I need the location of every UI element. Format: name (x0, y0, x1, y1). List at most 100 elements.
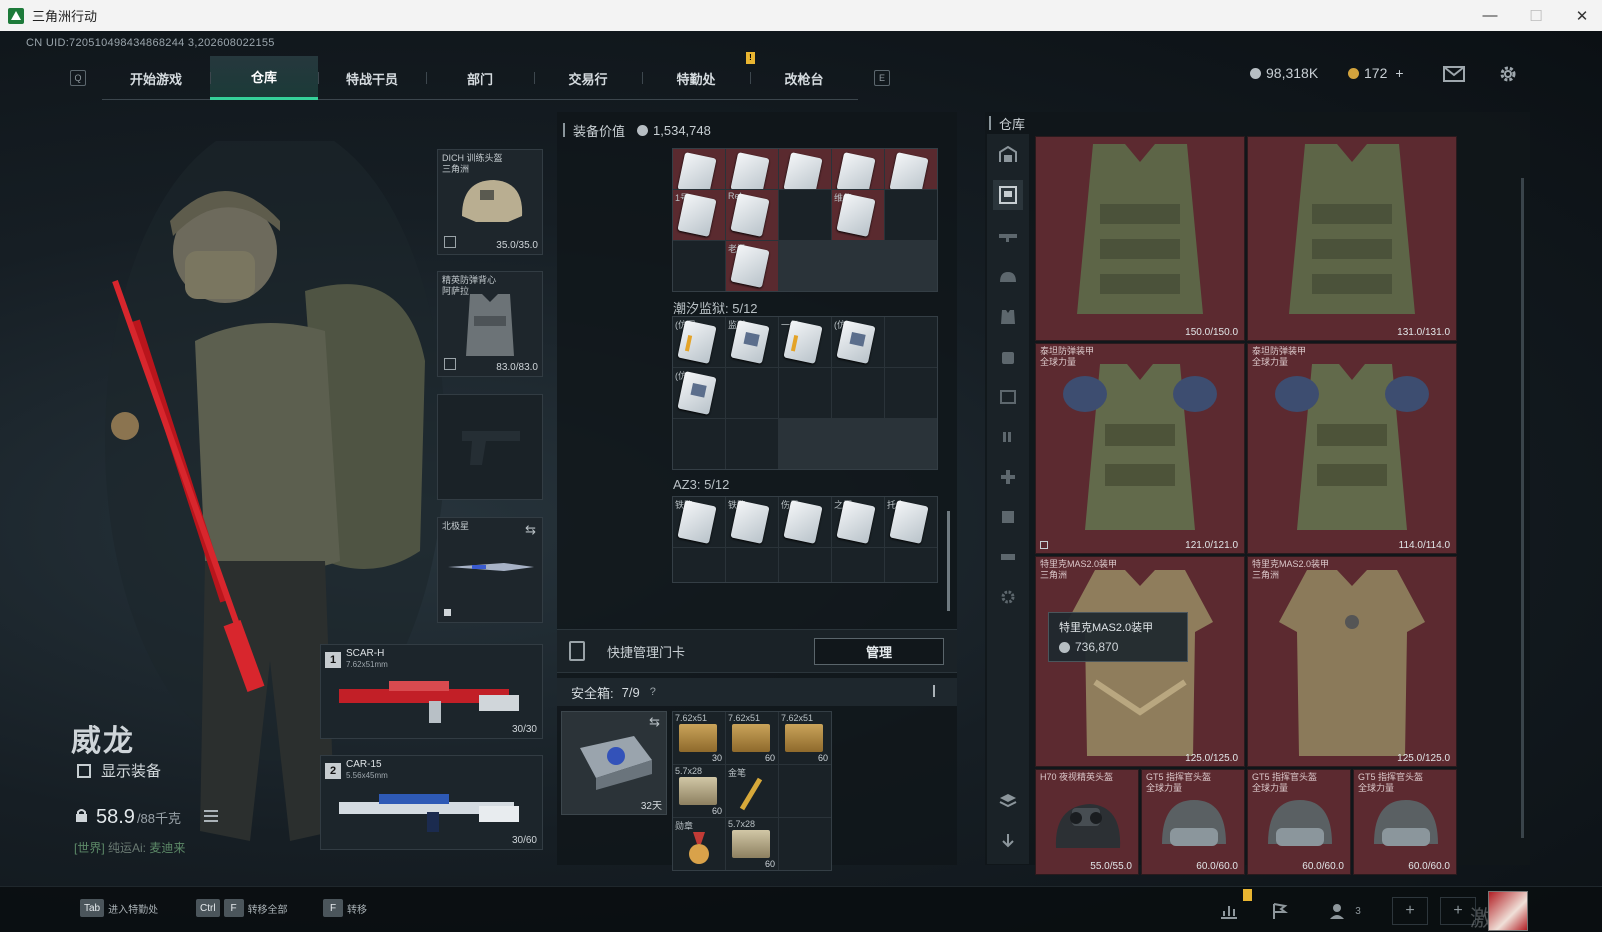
world-chat-line[interactable]: [世界] 纯运Ai: 麦迪来 (74, 839, 185, 856)
secondary-weapon-slot[interactable]: 2 CAR-15 5.56x45mm 30/60 (320, 755, 543, 850)
warehouse-item-armor[interactable]: 泰坦防弹装甲 全球力量 121.0/121.0 (1035, 343, 1245, 554)
grid-cell-empty[interactable] (726, 548, 778, 582)
show-equipment-checkbox[interactable] (77, 763, 91, 778)
warehouse-item-helmet[interactable]: H70 夜视精英头盔 55.0/55.0 (1035, 769, 1139, 875)
keycard-item[interactable]: (仿 (832, 317, 884, 367)
grid-cell-empty[interactable] (726, 368, 778, 418)
category-ammo-icon[interactable] (993, 422, 1023, 452)
grid-cell-empty[interactable] (779, 548, 831, 582)
warehouse-item-helmet[interactable]: GT5 指挥官头盔 全球力量 60.0/60.0 (1353, 769, 1457, 875)
keycard-item[interactable]: 监狱 (726, 317, 778, 367)
coin-balance[interactable]: 98,318K (1250, 65, 1318, 81)
helmet-slot[interactable]: DICH 训练头盔 三角洲 35.0/35.0 (437, 149, 543, 255)
keycard-item[interactable]: Rel... (726, 190, 778, 240)
gold-pen-item[interactable]: 金笔 (726, 765, 778, 817)
nav-prev-key[interactable]: Q (70, 70, 86, 86)
keycard-item[interactable]: 1号 (673, 190, 725, 240)
pistol-slot-empty[interactable] (437, 394, 543, 500)
sort-icon[interactable] (993, 826, 1023, 856)
keycard-scrollbar[interactable] (947, 511, 950, 611)
layers-icon[interactable] (993, 786, 1023, 816)
grid-cell-empty[interactable] (673, 241, 725, 291)
keycard-item[interactable] (832, 149, 884, 189)
squad-icon[interactable]: 3 (1322, 897, 1368, 925)
category-medical-icon[interactable] (993, 462, 1023, 492)
grid-cell-empty[interactable] (885, 368, 937, 418)
category-collectibles-icon[interactable] (993, 502, 1023, 532)
safebox-slot[interactable]: ⇆ 32天 (561, 711, 667, 815)
category-settings-icon[interactable] (993, 582, 1023, 612)
grid-cell-empty[interactable] (726, 419, 778, 469)
keycard-item[interactable]: (仿星 (673, 317, 725, 367)
keycard-item[interactable] (885, 149, 937, 189)
pin-icon[interactable] (933, 685, 941, 697)
melee-slot[interactable]: 北极星 ⇆ (437, 517, 543, 623)
keycard-item[interactable]: 维修 (832, 190, 884, 240)
keycard-item[interactable]: 铁路 (726, 497, 778, 547)
category-chest-rigs-icon[interactable] (993, 382, 1023, 412)
mail-icon[interactable] (1442, 65, 1466, 83)
swap-icon[interactable]: ⇆ (649, 714, 660, 730)
grid-cell-empty[interactable] (832, 548, 884, 582)
minimize-button[interactable]: — (1467, 0, 1513, 31)
maximize-button[interactable]: ☐ (1513, 0, 1559, 31)
grid-cell-empty[interactable] (673, 419, 725, 469)
manage-button[interactable]: 管理 (814, 638, 944, 665)
ammo-item[interactable]: 7.62x51 30 (673, 712, 725, 764)
swap-icon[interactable]: ⇆ (525, 522, 536, 538)
category-backpacks-icon[interactable] (993, 342, 1023, 372)
hint-enter-special-ops[interactable]: Tab 进入特勤处 (80, 899, 158, 917)
keycard-item[interactable]: (仿 (673, 368, 725, 418)
flag-icon[interactable] (1262, 897, 1298, 925)
warehouse-item-armor[interactable]: 131.0/131.0 (1247, 136, 1457, 341)
warehouse-item-armor[interactable]: 特里克MAS2.0装甲 三角洲 125.0/125.0 (1247, 556, 1457, 767)
keycard-item[interactable]: 托卡 (885, 497, 937, 547)
bond-balance[interactable]: 172 + (1348, 65, 1404, 81)
tab-trade[interactable]: 交易行 (534, 56, 642, 100)
tab-operators[interactable]: 特战干员 (318, 56, 426, 100)
tab-warehouse[interactable]: 仓库 (210, 56, 318, 100)
ammo-item[interactable]: 5.7x28 60 (673, 765, 725, 817)
stats-chart-icon[interactable] (1211, 897, 1247, 925)
category-all-icon[interactable] (993, 140, 1023, 170)
warehouse-item-helmet[interactable]: GT5 指挥官头盔 全球力量 60.0/60.0 (1247, 769, 1351, 875)
keycard-item[interactable] (726, 149, 778, 189)
keycard-item[interactable]: 一级 (779, 317, 831, 367)
tab-start-game[interactable]: 开始游戏 (102, 56, 210, 100)
warehouse-item-armor[interactable]: 150.0/150.0 (1035, 136, 1245, 341)
keycard-item[interactable]: 老汤 (726, 241, 778, 291)
hint-transfer[interactable]: F 转移 (323, 899, 367, 917)
primary-weapon-slot[interactable]: 1 SCAR-H 7.62x51mm 30/30 (320, 644, 543, 739)
ammo-item[interactable]: 7.62x51 60 (726, 712, 778, 764)
nav-next-key[interactable]: E (874, 70, 890, 86)
keycard-item[interactable]: 之烟 (832, 497, 884, 547)
grid-cell-empty[interactable] (832, 368, 884, 418)
category-accessories-icon[interactable] (993, 542, 1023, 572)
category-keycards-icon[interactable] (993, 180, 1023, 210)
keycard-item[interactable]: 铁路 (673, 497, 725, 547)
medal-item[interactable]: 勋章 (673, 818, 725, 870)
list-menu-icon[interactable] (204, 810, 218, 822)
category-helmets-icon[interactable] (993, 262, 1023, 292)
grid-cell-empty[interactable] (885, 317, 937, 367)
add-teammate-button[interactable]: + (1392, 897, 1428, 925)
warehouse-scrollbar[interactable] (1521, 178, 1524, 838)
grid-cell-empty[interactable] (779, 190, 831, 240)
tab-department[interactable]: 部门 (426, 56, 534, 100)
grid-cell-empty[interactable] (779, 765, 831, 817)
settings-gear-icon[interactable] (1497, 63, 1519, 85)
close-button[interactable]: ✕ (1559, 0, 1602, 31)
show-equipment-toggle[interactable]: 显示装备 (77, 760, 161, 781)
safebox-help-icon[interactable]: ? (650, 686, 656, 698)
tab-gunsmith[interactable]: 改枪台 (750, 56, 858, 100)
category-armor-icon[interactable] (993, 302, 1023, 332)
armor-slot[interactable]: 精英防弹背心 阿萨拉 83.0/83.0 (437, 271, 543, 377)
ammo-item[interactable]: 7.62x51 60 (779, 712, 831, 764)
hint-transfer-all[interactable]: Ctrl F 转移全部 (196, 899, 288, 917)
ammo-item[interactable]: 5.7x28 60 (726, 818, 778, 870)
warehouse-item-helmet[interactable]: GT5 指挥官头盔 全球力量 60.0/60.0 (1141, 769, 1245, 875)
keycard-item[interactable] (779, 149, 831, 189)
grid-cell-empty[interactable] (673, 548, 725, 582)
grid-cell-empty[interactable] (885, 548, 937, 582)
grid-cell-empty[interactable] (885, 190, 937, 240)
